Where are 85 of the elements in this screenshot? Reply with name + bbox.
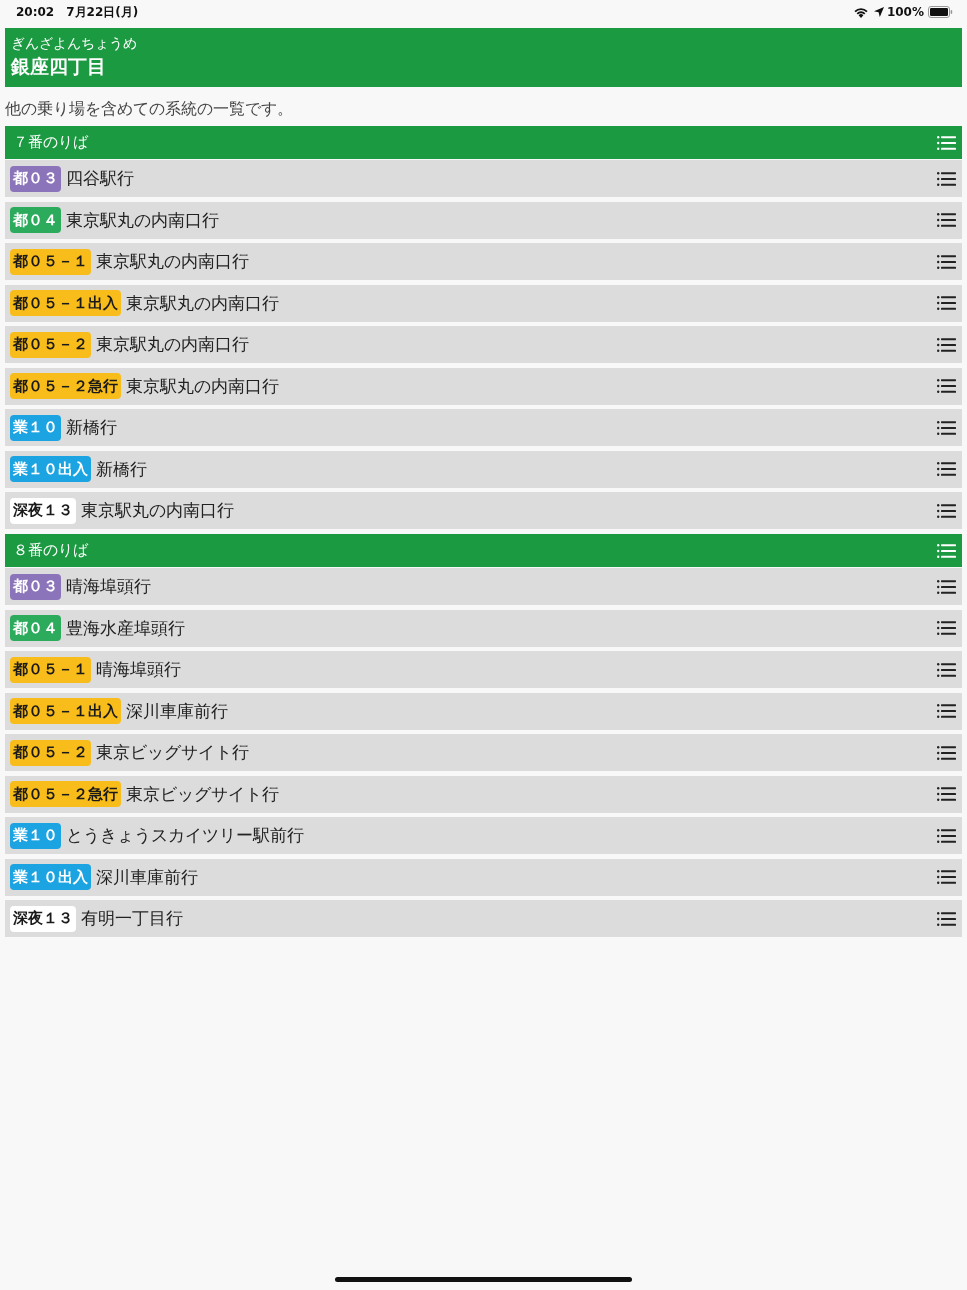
route-badge: 深夜１３	[10, 905, 76, 932]
destination-label: 東京駅丸の内南口行	[96, 333, 250, 356]
list-icon[interactable]	[937, 704, 956, 718]
list-icon[interactable]	[937, 296, 956, 310]
destination-label: 東京ビッグサイト行	[126, 782, 280, 806]
route-row[interactable]: 都０４ 東京駅丸の内南口行	[5, 201, 962, 239]
list-icon[interactable]	[937, 420, 956, 435]
route-row[interactable]: 業１０ とうきょうスカイツリー駅前行	[5, 817, 962, 854]
platform-title: ８番のりば	[13, 541, 89, 560]
route-badge: 業１０	[10, 414, 61, 441]
route-badge: 業１０出入	[10, 864, 91, 890]
route-badge: 都０４	[10, 207, 61, 233]
route-row[interactable]: 都０５－１出入 深川車庫前行	[5, 692, 962, 730]
route-badge: 業１０出入	[10, 456, 91, 482]
list-icon[interactable]	[937, 828, 956, 843]
destination-label: 四谷駅行	[66, 167, 135, 190]
route-badge: 都０５－１	[10, 248, 91, 275]
list-icon[interactable]	[937, 503, 956, 518]
battery-percent: 100%	[886, 5, 924, 19]
list-icon[interactable]	[937, 911, 956, 926]
destination-label: とうきょうスカイツリー駅前行	[66, 824, 305, 847]
list-icon[interactable]	[937, 337, 956, 352]
list-icon[interactable]	[937, 254, 956, 269]
station-reading: ぎんざよんちょうめ	[11, 34, 138, 52]
route-badge: 都０４	[10, 615, 61, 641]
destination-label: 東京ビッグサイト行	[96, 741, 250, 764]
route-badge: 都０５－１出入	[10, 698, 121, 724]
battery-icon	[928, 6, 953, 18]
destination-label: 東京駅丸の内南口行	[66, 208, 220, 232]
route-badge: 都０５－２	[10, 331, 91, 358]
route-badge: 都０５－２急行	[10, 373, 121, 399]
destination-label: 深川車庫前行	[126, 699, 229, 723]
list-icon[interactable]	[937, 579, 956, 594]
route-row[interactable]: 都０４ 豊海水産埠頭行	[5, 609, 962, 647]
route-row[interactable]: 都０５－２ 東京ビッグサイト行	[5, 734, 962, 771]
route-row[interactable]: 都０３ 四谷駅行	[5, 160, 962, 197]
list-icon[interactable]	[937, 462, 956, 476]
list-icon[interactable]	[937, 621, 956, 635]
route-row[interactable]: 都０５－１ 東京駅丸の内南口行	[5, 243, 962, 280]
destination-label: 晴海埠頭行	[66, 575, 152, 598]
list-icon[interactable]	[937, 213, 956, 227]
destination-label: 東京駅丸の内南口行	[81, 499, 235, 522]
route-badge: 都０５－１	[10, 656, 91, 683]
platform-header[interactable]: ７番のりば	[5, 126, 962, 159]
location-arrow-icon	[873, 7, 884, 17]
destination-label: 豊海水産埠頭行	[66, 616, 186, 640]
route-row[interactable]: 都０５－１ 晴海埠頭行	[5, 651, 962, 688]
route-badge: 都０３	[10, 165, 61, 192]
route-badge: 業１０	[10, 822, 61, 849]
route-row[interactable]: 業１０出入 新橋行	[5, 450, 962, 488]
station-name: 銀座四丁目	[11, 54, 107, 79]
route-row[interactable]: 都０３ 晴海埠頭行	[5, 568, 962, 605]
route-row[interactable]: 業１０出入 深川車庫前行	[5, 858, 962, 896]
platform-title: ７番のりば	[13, 133, 89, 152]
route-row[interactable]: 都０５－２ 東京駅丸の内南口行	[5, 326, 962, 363]
list-icon[interactable]	[937, 662, 956, 677]
route-row[interactable]: 深夜１３ 東京駅丸の内南口行	[5, 492, 962, 529]
destination-label: 有明一丁目行	[81, 907, 184, 930]
description-text: 他の乗り場を含めての系統の一覧です。	[5, 99, 294, 119]
list-icon[interactable]	[937, 787, 956, 801]
route-row[interactable]: 深夜１３ 有明一丁目行	[5, 900, 962, 937]
route-badge: 都０５－２急行	[10, 781, 121, 807]
destination-label: 東京駅丸の内南口行	[96, 250, 250, 273]
destination-label: 新橋行	[66, 416, 118, 439]
list-icon[interactable]	[937, 870, 956, 884]
destination-label: 晴海埠頭行	[96, 658, 182, 681]
route-row[interactable]: 都０５－２急行 東京駅丸の内南口行	[5, 367, 962, 405]
route-row[interactable]: 都０５－１出入 東京駅丸の内南口行	[5, 284, 962, 322]
route-badge: 都０５－２	[10, 739, 91, 766]
wifi-icon	[853, 6, 868, 18]
destination-label: 深川車庫前行	[96, 865, 199, 889]
status-time: 20:02	[16, 5, 55, 19]
list-icon[interactable]	[937, 379, 956, 393]
route-row[interactable]: 都０５－２急行 東京ビッグサイト行	[5, 775, 962, 813]
route-badge: 深夜１３	[10, 497, 76, 524]
list-icon[interactable]	[937, 171, 956, 186]
route-badge: 都０３	[10, 573, 61, 600]
destination-label: 新橋行	[96, 457, 148, 481]
destination-label: 東京駅丸の内南口行	[126, 291, 280, 315]
destination-label: 東京駅丸の内南口行	[126, 374, 280, 398]
platform-header[interactable]: ８番のりば	[5, 534, 962, 567]
route-badge: 都０５－１出入	[10, 290, 121, 316]
list-icon[interactable]	[937, 745, 956, 760]
route-row[interactable]: 業１０ 新橋行	[5, 409, 962, 446]
status-date: 7月22日(月)	[66, 3, 139, 21]
